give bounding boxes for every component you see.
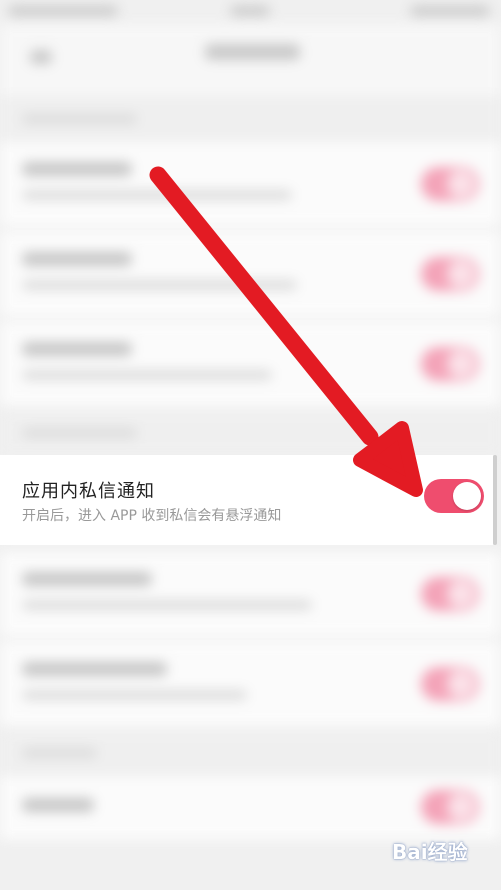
annotation-arrow-icon — [149, 166, 423, 497]
arrow-shaft — [149, 166, 379, 446]
baidu-jingyan-watermark: Bai经验 — [392, 836, 468, 865]
watermark-text: Bai经验 — [392, 840, 468, 864]
